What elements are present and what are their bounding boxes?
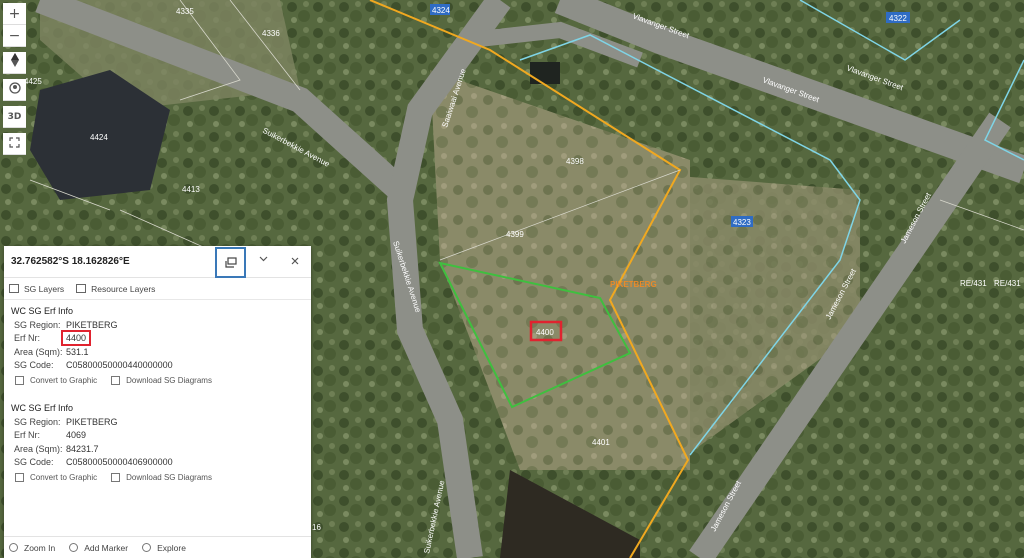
zoom-in-label: Zoom In [24, 542, 56, 553]
resource-layers-label: Resource Layers [91, 283, 156, 294]
explore-action[interactable]: Explore [142, 543, 186, 553]
field-value: PIKETBERG [66, 319, 118, 330]
field-row: Erf Nr: 4069 [11, 429, 311, 443]
layers-icon [9, 284, 19, 293]
zoom-out-button[interactable]: − [3, 25, 26, 47]
convert-icon [15, 473, 24, 482]
field-key: Erf Nr: [14, 430, 40, 441]
field-key: Area (Sqm): [14, 443, 63, 454]
parcel-label: 4335 [176, 7, 194, 16]
parcel-label: 16 [312, 523, 321, 532]
parcel-label: 4398 [566, 157, 584, 166]
download-label: Download SG Diagrams [126, 473, 212, 482]
record-title: WC SG Erf Info [11, 306, 74, 316]
layers-tabs: SG Layers Resource Layers [4, 278, 311, 300]
field-value: 84231.7 [66, 443, 99, 454]
download-label: Download SG Diagrams [126, 376, 212, 385]
zoom-icon [9, 543, 18, 552]
record-title: WC SG Erf Info [11, 403, 74, 413]
parcel-label: 4322 [889, 14, 907, 23]
zoom-in-button[interactable]: + [3, 3, 26, 25]
download-sg-diagrams-button[interactable]: Download SG Diagrams [111, 376, 212, 385]
zoom-in-action[interactable]: Zoom In [9, 543, 55, 553]
explore-label: Explore [157, 542, 186, 553]
parcel-label: 4401 [592, 438, 610, 447]
field-value: PIKETBERG [66, 416, 118, 427]
field-key: Area (Sqm): [14, 346, 63, 357]
record-actions: Convert to Graphic Download SG Diagrams [11, 372, 311, 389]
parcel-label: RE/431 [960, 279, 987, 288]
add-marker-action[interactable]: Add Marker [69, 543, 128, 553]
parcel-label: 4413 [182, 185, 200, 194]
convert-to-graphic-button[interactable]: Convert to Graphic [15, 473, 97, 482]
3d-toggle-button[interactable]: 3D [3, 106, 26, 128]
convert-icon [15, 376, 24, 385]
parcel-label: 4425 [24, 77, 42, 86]
compass-icon[interactable] [3, 52, 26, 74]
popup-footer: Zoom In Add Marker Explore [4, 536, 311, 558]
sg-layers-label: SG Layers [24, 283, 65, 294]
field-key: SG Region: [14, 416, 61, 427]
chevron-down-icon[interactable] [256, 254, 270, 268]
erf-number-highlight: 4400 [61, 330, 92, 347]
convert-label: Convert to Graphic [30, 473, 98, 482]
field-row: Erf Nr: 4400 [11, 330, 311, 347]
popup-coordinates: 32.762582°S 18.162826°E [11, 256, 130, 267]
dock-icon [224, 257, 237, 268]
marker-icon [69, 543, 79, 552]
popup-header: 32.762582°S 18.162826°E [4, 246, 311, 278]
field-row: SG Region: PIKETBERG [11, 415, 311, 429]
parcel-label: RE/431 [994, 279, 1021, 288]
erf-record: WC SG Erf Info SG Region: PIKETBERG Erf N… [4, 403, 311, 486]
field-row: SG Region: PIKETBERG [11, 318, 311, 332]
sg-layers-tab[interactable]: SG Layers [9, 284, 64, 294]
document-icon [111, 473, 121, 482]
convert-label: Convert to Graphic [30, 376, 98, 385]
erf-record: WC SG Erf Info SG Region: PIKETBERG Erf N… [4, 306, 311, 389]
explore-icon [142, 543, 152, 552]
field-value: C05800050000406900000 [66, 457, 173, 468]
region-label: PIKETBERG [610, 280, 657, 289]
dock-button[interactable] [215, 247, 246, 278]
field-row: Area (Sqm): 531.1 [11, 345, 311, 359]
map-controls: + − 3D [3, 3, 26, 155]
field-key: SG Code: [14, 457, 54, 468]
info-popup: 32.762582°S 18.162826°E SG Layers Resour… [4, 246, 311, 558]
download-sg-diagrams-button[interactable]: Download SG Diagrams [111, 473, 212, 482]
parcel-label: 4336 [262, 29, 280, 38]
building [530, 62, 560, 84]
field-value: 531.1 [66, 346, 89, 357]
record-actions: Convert to Graphic Download SG Diagrams [11, 469, 311, 486]
fullscreen-icon[interactable] [3, 133, 26, 155]
parcel-label: 4324 [432, 6, 450, 15]
add-marker-label: Add Marker [84, 542, 129, 553]
field-key: SG Code: [14, 360, 54, 371]
field-value: C05800050000440000000 [66, 360, 173, 371]
resource-layers-tab[interactable]: Resource Layers [76, 284, 155, 294]
document-icon [111, 376, 121, 385]
parcel-label: 4399 [506, 230, 524, 239]
field-key: Erf Nr: [14, 333, 40, 344]
field-row: SG Code: C05800050000440000000 [11, 359, 311, 373]
locate-icon[interactable] [3, 79, 26, 101]
field-row: Area (Sqm): 84231.7 [11, 442, 311, 456]
field-row: SG Code: C05800050000406900000 [11, 456, 311, 470]
field-value: 4069 [66, 430, 87, 441]
close-icon[interactable] [288, 254, 302, 268]
parcel-label: 4400 [536, 328, 554, 337]
convert-to-graphic-button[interactable]: Convert to Graphic [15, 376, 97, 385]
parcel-label: 4424 [90, 133, 108, 142]
parcel-label: 4323 [733, 218, 751, 227]
layers-icon [76, 284, 87, 293]
field-key: SG Region: [14, 319, 61, 330]
